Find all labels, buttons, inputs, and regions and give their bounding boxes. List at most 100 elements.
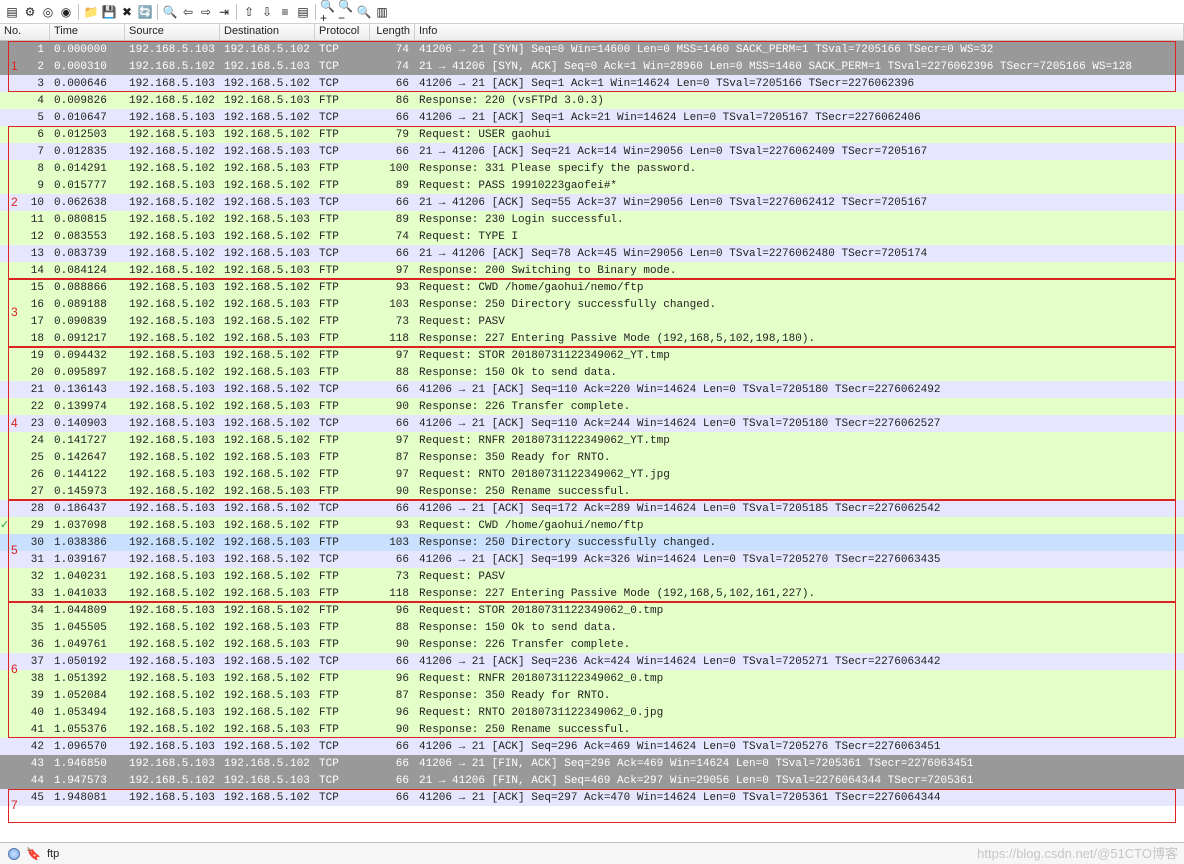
cell-source: 192.168.5.103 xyxy=(125,180,220,192)
detail-icon[interactable]: ▤ xyxy=(295,4,311,20)
packet-row[interactable]: 371.050192192.168.5.103192.168.5.102TCP6… xyxy=(0,653,1184,670)
packet-row[interactable]: 20.000310192.168.5.102192.168.5.103TCP74… xyxy=(0,58,1184,75)
packet-row[interactable]: 160.089188192.168.5.102192.168.5.103FTP1… xyxy=(0,296,1184,313)
find-icon[interactable]: 🔍 xyxy=(162,4,178,20)
packet-row[interactable]: 60.012503192.168.5.103192.168.5.102FTP79… xyxy=(0,126,1184,143)
packet-row[interactable]: 80.014291192.168.5.102192.168.5.103FTP10… xyxy=(0,160,1184,177)
cell-length: 97 xyxy=(370,435,415,447)
cell-protocol: FTP xyxy=(315,690,370,702)
cell-protocol: FTP xyxy=(315,401,370,413)
up-icon[interactable]: ⇧ xyxy=(241,4,257,20)
packet-row[interactable]: 140.084124192.168.5.102192.168.5.103FTP9… xyxy=(0,262,1184,279)
down-icon[interactable]: ⇩ xyxy=(259,4,275,20)
packet-row[interactable]: 200.095897192.168.5.102192.168.5.103FTP8… xyxy=(0,364,1184,381)
cell-protocol: FTP xyxy=(315,316,370,328)
packet-row[interactable]: 40.009826192.168.5.102192.168.5.103FTP86… xyxy=(0,92,1184,109)
packet-row[interactable]: 230.140903192.168.5.103192.168.5.102TCP6… xyxy=(0,415,1184,432)
packet-row[interactable]: 451.948081192.168.5.103192.168.5.102TCP6… xyxy=(0,789,1184,806)
cell-time: 1.947573 xyxy=(50,775,125,787)
packet-row[interactable]: 70.012835192.168.5.102192.168.5.103TCP66… xyxy=(0,143,1184,160)
cell-length: 66 xyxy=(370,248,415,260)
packet-row[interactable]: 180.091217192.168.5.102192.168.5.103FTP1… xyxy=(0,330,1184,347)
zoom-out-icon[interactable]: 🔍− xyxy=(338,4,354,20)
packet-row[interactable]: 361.049761192.168.5.102192.168.5.103FTP9… xyxy=(0,636,1184,653)
forward-icon[interactable]: ⇨ xyxy=(198,4,214,20)
gear-icon[interactable]: ⚙ xyxy=(22,4,38,20)
filter-input[interactable]: ftp xyxy=(47,848,59,860)
cell-length: 66 xyxy=(370,775,415,787)
header-no[interactable]: No. xyxy=(0,24,50,40)
capture-icon[interactable]: ◎ xyxy=(40,4,56,20)
close-icon[interactable]: ✖ xyxy=(119,4,135,20)
packet-row[interactable]: 341.044809192.168.5.103192.168.5.102FTP9… xyxy=(0,602,1184,619)
header-destination[interactable]: Destination xyxy=(220,24,315,40)
packet-row[interactable]: 311.039167192.168.5.103192.168.5.102TCP6… xyxy=(0,551,1184,568)
cell-no: 27 xyxy=(0,486,50,498)
zoom-in-icon[interactable]: 🔍+ xyxy=(320,4,336,20)
cell-length: 66 xyxy=(370,146,415,158)
packet-row[interactable]: 250.142647192.168.5.102192.168.5.103FTP8… xyxy=(0,449,1184,466)
list-icon[interactable]: ≡ xyxy=(277,4,293,20)
packet-row[interactable]: 100.062638192.168.5.102192.168.5.103TCP6… xyxy=(0,194,1184,211)
packet-row[interactable]: 240.141727192.168.5.103192.168.5.102FTP9… xyxy=(0,432,1184,449)
header-protocol[interactable]: Protocol xyxy=(315,24,370,40)
packet-row[interactable]: 270.145973192.168.5.102192.168.5.103FTP9… xyxy=(0,483,1184,500)
cell-length: 74 xyxy=(370,44,415,56)
packet-row[interactable]: 190.094432192.168.5.103192.168.5.102FTP9… xyxy=(0,347,1184,364)
packet-row[interactable]: 301.038386192.168.5.102192.168.5.103FTP1… xyxy=(0,534,1184,551)
packet-row[interactable]: 291.037098192.168.5.103192.168.5.102FTP9… xyxy=(0,517,1184,534)
packet-row[interactable]: 30.000646192.168.5.103192.168.5.102TCP66… xyxy=(0,75,1184,92)
cell-no: 32 xyxy=(0,571,50,583)
packet-row[interactable]: 381.051392192.168.5.103192.168.5.102FTP9… xyxy=(0,670,1184,687)
bookmark-icon[interactable]: 🔖 xyxy=(26,847,41,861)
header-info[interactable]: Info xyxy=(415,24,1184,40)
cell-length: 96 xyxy=(370,673,415,685)
save-icon[interactable]: 💾 xyxy=(101,4,117,20)
watermark: https://blog.csdn.net/@51CTO博客 xyxy=(977,843,1178,862)
packet-row[interactable]: 170.090839192.168.5.103192.168.5.102FTP7… xyxy=(0,313,1184,330)
folder-icon[interactable]: 📁 xyxy=(83,4,99,20)
jump-icon[interactable]: ⇥ xyxy=(216,4,232,20)
cell-time: 0.083553 xyxy=(50,231,125,243)
cell-source: 192.168.5.102 xyxy=(125,622,220,634)
packet-row[interactable]: 130.083739192.168.5.102192.168.5.103TCP6… xyxy=(0,245,1184,262)
zoom-reset-icon[interactable]: 🔍 xyxy=(356,4,372,20)
target-icon[interactable]: ◉ xyxy=(58,4,74,20)
packet-row[interactable]: 441.947573192.168.5.102192.168.5.103TCP6… xyxy=(0,772,1184,789)
packet-row[interactable]: 411.055376192.168.5.102192.168.5.103FTP9… xyxy=(0,721,1184,738)
cell-info: 21 → 41206 [SYN, ACK] Seq=0 Ack=1 Win=28… xyxy=(415,61,1184,73)
file-icon[interactable]: ▤ xyxy=(4,4,20,20)
packet-row[interactable]: 401.053494192.168.5.103192.168.5.102FTP9… xyxy=(0,704,1184,721)
cell-protocol: TCP xyxy=(315,656,370,668)
cell-time: 1.041033 xyxy=(50,588,125,600)
cell-time: 1.096570 xyxy=(50,741,125,753)
packet-row[interactable]: 210.136143192.168.5.103192.168.5.102TCP6… xyxy=(0,381,1184,398)
packet-row[interactable]: 150.088866192.168.5.103192.168.5.102FTP9… xyxy=(0,279,1184,296)
packet-row[interactable]: 280.186437192.168.5.103192.168.5.102TCP6… xyxy=(0,500,1184,517)
packet-row[interactable]: 421.096570192.168.5.103192.168.5.102TCP6… xyxy=(0,738,1184,755)
packet-row[interactable]: 260.144122192.168.5.103192.168.5.102FTP9… xyxy=(0,466,1184,483)
packet-row[interactable]: 331.041033192.168.5.102192.168.5.103FTP1… xyxy=(0,585,1184,602)
packet-row[interactable]: 321.040231192.168.5.103192.168.5.102FTP7… xyxy=(0,568,1184,585)
packet-row[interactable]: 220.139974192.168.5.102192.168.5.103FTP9… xyxy=(0,398,1184,415)
header-time[interactable]: Time xyxy=(50,24,125,40)
cell-no: 13 xyxy=(0,248,50,260)
packet-row[interactable]: 10.000000192.168.5.103192.168.5.102TCP74… xyxy=(0,41,1184,58)
columns-icon[interactable]: ▥ xyxy=(374,4,390,20)
packet-row[interactable]: 120.083553192.168.5.103192.168.5.102FTP7… xyxy=(0,228,1184,245)
packet-row[interactable]: 351.045505192.168.5.102192.168.5.103FTP8… xyxy=(0,619,1184,636)
cell-protocol: FTP xyxy=(315,231,370,243)
cell-protocol: TCP xyxy=(315,146,370,158)
packet-row[interactable]: 90.015777192.168.5.103192.168.5.102FTP89… xyxy=(0,177,1184,194)
back-icon[interactable]: ⇦ xyxy=(180,4,196,20)
packet-row[interactable]: 110.080815192.168.5.102192.168.5.103FTP8… xyxy=(0,211,1184,228)
reload-icon[interactable]: 🔄 xyxy=(137,4,153,20)
packet-row[interactable]: 50.010647192.168.5.103192.168.5.102TCP66… xyxy=(0,109,1184,126)
header-length[interactable]: Length xyxy=(370,24,415,40)
cell-info: 41206 → 21 [ACK] Seq=1 Ack=1 Win=14624 L… xyxy=(415,78,1184,90)
header-source[interactable]: Source xyxy=(125,24,220,40)
packet-row[interactable]: 431.946850192.168.5.103192.168.5.102TCP6… xyxy=(0,755,1184,772)
cell-no: 38 xyxy=(0,673,50,685)
packet-list[interactable]: 10.000000192.168.5.103192.168.5.102TCP74… xyxy=(0,41,1184,838)
packet-row[interactable]: 391.052084192.168.5.102192.168.5.103FTP8… xyxy=(0,687,1184,704)
